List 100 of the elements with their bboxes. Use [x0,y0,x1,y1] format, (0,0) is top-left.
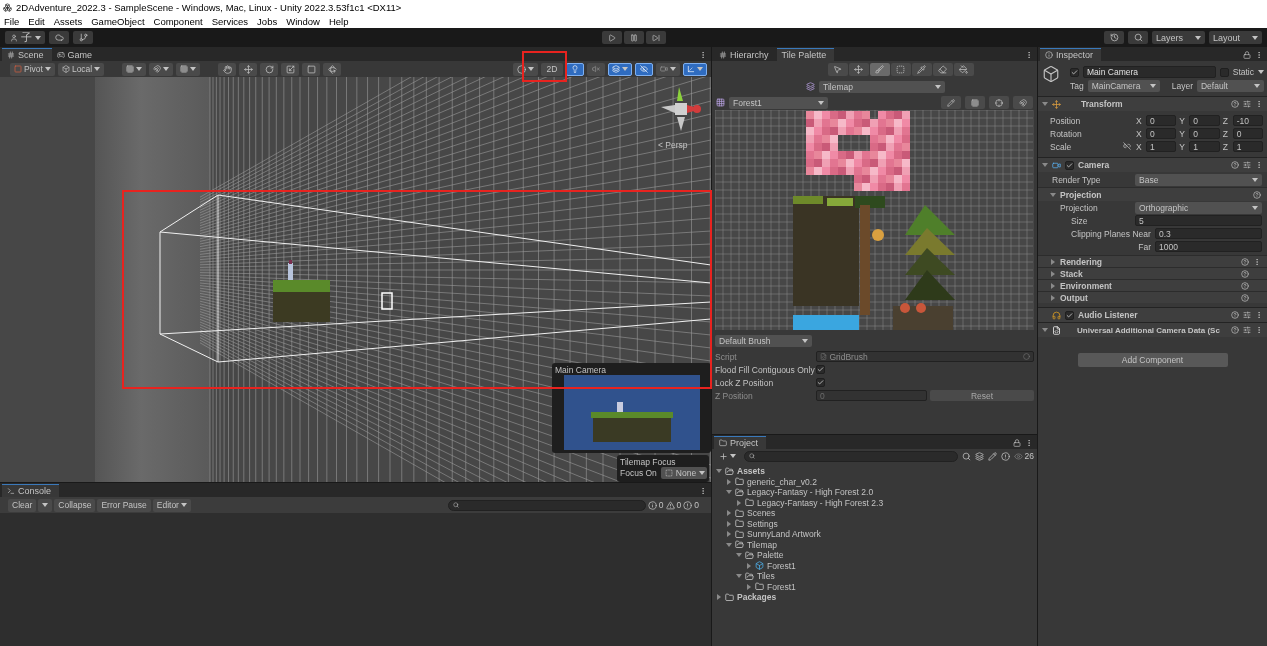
tree-row[interactable]: generic_char_v0.2 [712,476,1037,487]
foldout-icon[interactable] [1042,162,1048,168]
palette-tool-button[interactable] [911,63,932,76]
tree-row[interactable]: Settings [712,518,1037,529]
input-field[interactable]: -10 [1232,115,1263,126]
render-type-dropdown[interactable]: Base [1135,173,1262,186]
checkbox[interactable] [1219,67,1229,77]
menu-item[interactable]: GameObject [91,16,145,27]
checkbox[interactable] [1070,67,1079,77]
gizmo-button[interactable] [989,96,1009,109]
menu-item[interactable]: Component [153,16,203,27]
palette-tool-button[interactable] [953,63,974,76]
tree-row[interactable]: Forest1 [712,581,1037,592]
log-count[interactable]: 0 [665,500,682,510]
section-header[interactable]: Output [1038,291,1267,303]
grid-button[interactable] [965,96,985,109]
history-button[interactable] [1104,31,1124,44]
search-field[interactable] [744,450,958,462]
layers-dropdown[interactable]: Layers [1152,31,1205,44]
grid-snap-button[interactable] [122,62,147,76]
input-field[interactable]: 1 [1189,141,1220,152]
foldout-icon[interactable] [736,499,742,506]
rect-tool-button[interactable] [302,62,321,76]
project-tab[interactable]: Project [714,436,766,449]
layout-dropdown[interactable]: Layout [1209,31,1262,44]
foldout-icon[interactable] [726,531,732,538]
cloud-button[interactable] [49,31,69,44]
section-header[interactable]: Projection [1038,187,1267,201]
projection-dropdown[interactable]: Orthographic [1135,201,1262,214]
palette-dropdown[interactable]: Forest1 [729,96,828,109]
foldout-icon[interactable] [746,562,752,569]
error-pause-button[interactable]: Error Pause [97,498,151,512]
component-header[interactable]: Audio Listener [1038,307,1267,322]
panel-tab[interactable]: Game [51,48,101,61]
view-toggle[interactable] [608,62,632,76]
tree-row[interactable]: Palette [712,550,1037,561]
tilemap-dropdown[interactable]: Tilemap [819,80,945,93]
edit-button[interactable] [941,96,961,109]
menu-item[interactable]: Jobs [257,16,278,27]
checkbox[interactable] [816,365,825,374]
section-header[interactable]: Stack [1038,267,1267,279]
increment-snap-button[interactable] [149,62,174,76]
input-field[interactable]: 0 [1189,115,1220,126]
tree-row[interactable]: Packages [712,592,1037,603]
collab-button[interactable] [73,31,93,44]
tile-palette-canvas[interactable] [715,110,1034,330]
menu-item[interactable]: Services [211,16,249,27]
foldout-icon[interactable] [726,510,732,517]
palette-tool-button[interactable] [869,63,890,76]
palette-tool-button[interactable] [848,63,869,76]
search-button[interactable] [1128,31,1148,44]
input-field[interactable]: 1 [1232,141,1263,152]
shading-dropdown[interactable] [513,62,538,76]
checkbox[interactable] [1065,160,1074,170]
menu-item[interactable]: Window [286,16,320,27]
foldout-icon[interactable] [726,489,732,496]
name-field[interactable]: Main Camera [1083,66,1216,78]
input-field[interactable]: 0 [1146,115,1177,126]
foldout-icon[interactable] [1042,101,1048,107]
input-field[interactable]: 0 [1146,128,1177,139]
foldout-icon[interactable] [726,478,732,485]
foldout-icon[interactable] [1050,258,1056,265]
menu-item[interactable]: File [4,16,20,27]
mode-2d-button[interactable]: 2D [541,62,563,76]
hidden-count[interactable]: 26 [1013,451,1034,461]
foldout-icon[interactable] [716,468,722,475]
component-header[interactable]: Transform [1038,96,1267,111]
input-field[interactable]: 5 [1135,215,1262,226]
clear-options-button[interactable] [38,498,53,512]
input-field[interactable]: 0.3 [1155,228,1262,239]
tag-dropdown[interactable]: MainCamera [1087,80,1160,92]
settings-button[interactable] [1013,96,1033,109]
tree-row[interactable]: SunnyLand Artwork [712,529,1037,540]
foldout-icon[interactable] [736,573,742,580]
menu-item[interactable]: Edit [28,16,45,27]
editor-dropdown[interactable]: Editor [152,498,191,512]
layer-dropdown[interactable]: Default [1197,80,1264,92]
tree-row[interactable]: Legacy-Fantasy - High Forest 2.0 [712,487,1037,498]
step-button[interactable] [645,31,666,44]
component-header[interactable]: Camera [1038,157,1267,172]
panel-tab[interactable]: Tile Palette [776,48,835,61]
view-toggle[interactable] [635,62,653,76]
search-field[interactable] [447,499,646,511]
palette-tool-button[interactable] [932,63,953,76]
menu-item[interactable]: Help [328,16,349,27]
pivot-dropdown[interactable]: Pivot [10,62,55,76]
scale-tool-button[interactable] [281,62,300,76]
checkbox[interactable] [816,378,825,387]
focus-dropdown[interactable]: None [660,467,707,479]
tree-row[interactable]: Tiles [712,571,1037,582]
foldout-icon[interactable] [746,583,752,590]
account-button[interactable]: 子 [5,31,45,44]
panel-tab[interactable]: Hierarchy [714,48,777,61]
input-field[interactable]: 0 [1232,128,1263,139]
projection-label[interactable]: < Persp [658,140,688,150]
view-toggle[interactable] [656,62,680,76]
move-tool-button[interactable] [239,62,258,76]
reset-button[interactable]: Reset [930,390,1034,401]
collapse-button[interactable]: Collapse [54,498,96,512]
palette-tool-button[interactable] [890,63,911,76]
